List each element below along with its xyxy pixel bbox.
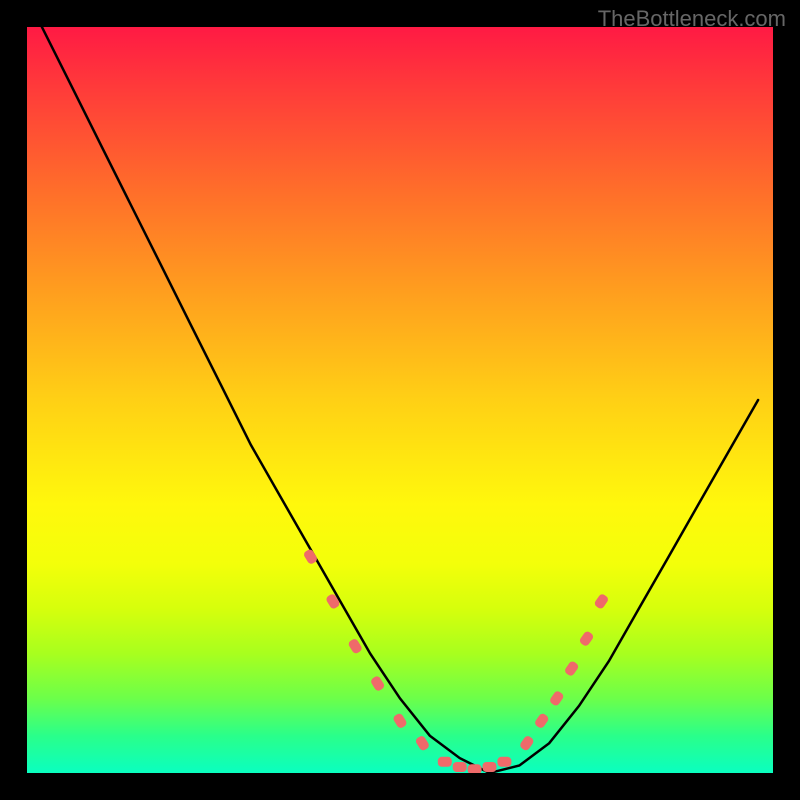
marker bbox=[347, 638, 363, 655]
chart-frame bbox=[27, 27, 773, 773]
marker bbox=[534, 712, 550, 729]
marker bbox=[497, 757, 511, 767]
highlight-markers bbox=[303, 548, 610, 773]
marker bbox=[578, 630, 594, 647]
marker bbox=[563, 660, 579, 677]
marker bbox=[303, 548, 319, 565]
marker bbox=[593, 593, 609, 610]
chart-svg bbox=[27, 27, 773, 773]
marker bbox=[549, 690, 565, 707]
marker bbox=[453, 762, 467, 772]
watermark-text: TheBottleneck.com bbox=[598, 6, 786, 32]
marker bbox=[468, 764, 482, 773]
marker bbox=[392, 712, 408, 729]
marker bbox=[414, 735, 430, 752]
marker bbox=[325, 593, 341, 610]
marker bbox=[519, 735, 535, 752]
marker bbox=[370, 675, 386, 692]
marker bbox=[483, 762, 497, 772]
curve-path bbox=[42, 27, 758, 773]
bottleneck-curve bbox=[42, 27, 758, 773]
marker bbox=[438, 757, 452, 767]
